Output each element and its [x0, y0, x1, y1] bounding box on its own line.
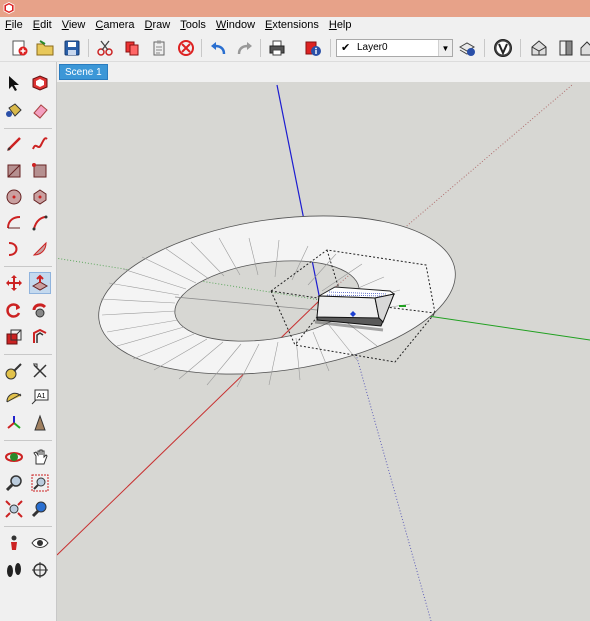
previous-view-icon[interactable]	[29, 498, 51, 520]
toolbar-divider	[4, 440, 52, 441]
two-point-arc-icon[interactable]	[29, 212, 51, 234]
new-file-icon[interactable]	[8, 37, 30, 59]
cut-icon[interactable]	[94, 37, 116, 59]
toolbar-divider	[4, 354, 52, 355]
menu-window[interactable]: Window	[211, 17, 260, 34]
toolbar-divider	[484, 39, 485, 57]
toolbar-divider	[4, 526, 52, 527]
offset-tool-icon[interactable]	[29, 326, 51, 348]
menu-tools[interactable]: Tools	[175, 17, 211, 34]
model-canvas	[57, 84, 590, 621]
menu-extensions[interactable]: Extensions	[260, 17, 324, 34]
toolbar-divider	[330, 39, 331, 57]
sketchup-logo-icon	[3, 2, 15, 14]
toolbar-divider	[201, 39, 202, 57]
scale-tool-icon[interactable]	[3, 326, 25, 348]
title-bar	[0, 0, 590, 17]
layer-manager-icon[interactable]	[456, 37, 478, 59]
left-toolbar: A1	[0, 62, 57, 621]
toolbar-divider	[88, 39, 89, 57]
menu-bar: File Edit View Camera Draw Tools Window …	[0, 17, 590, 34]
toolbar-divider	[4, 266, 52, 267]
look-around-icon[interactable]	[29, 532, 51, 554]
scene-tabs-bar: Scene 1	[57, 62, 590, 82]
menu-draw[interactable]: Draw	[140, 17, 176, 34]
walk-tool-icon[interactable]	[3, 559, 25, 581]
polygon-tool-icon[interactable]	[29, 186, 51, 208]
follow-me-tool-icon[interactable]	[29, 299, 51, 321]
push-pull-tool-icon[interactable]	[29, 272, 51, 294]
blue-axis-negative	[351, 339, 432, 621]
tape-measure-icon[interactable]	[3, 360, 25, 382]
pan-tool-icon[interactable]	[29, 446, 51, 468]
menu-camera[interactable]: Camera	[90, 17, 139, 34]
text-tool-icon[interactable]: A1	[29, 386, 51, 408]
arc-tool-icon[interactable]	[3, 212, 25, 234]
save-icon[interactable]	[61, 37, 83, 59]
paste-icon[interactable]	[148, 37, 170, 59]
three-point-arc-icon[interactable]	[3, 238, 25, 260]
paint-bucket-icon[interactable]	[3, 100, 25, 122]
toolbar-divider	[4, 128, 52, 129]
freehand-tool-icon[interactable]	[29, 133, 51, 155]
rotated-rectangle-icon[interactable]	[29, 160, 51, 182]
axes-tool-icon[interactable]	[3, 412, 25, 434]
eraser-icon[interactable]	[29, 100, 51, 122]
main-toolbar	[0, 34, 590, 62]
select-tool-icon[interactable]	[3, 72, 25, 94]
box-component[interactable]	[314, 286, 396, 332]
front-view-icon[interactable]	[555, 37, 577, 59]
print-icon[interactable]	[266, 37, 288, 59]
section-plane-icon[interactable]	[29, 559, 51, 581]
pie-tool-icon[interactable]	[29, 238, 51, 260]
ring-shape[interactable]	[98, 215, 456, 388]
menu-view[interactable]: View	[57, 17, 91, 34]
rotate-tool-icon[interactable]	[3, 299, 25, 321]
drawing-viewport[interactable]	[57, 82, 590, 621]
zoom-extents-icon[interactable]	[3, 498, 25, 520]
toolbar-divider	[260, 39, 261, 57]
zoom-tool-icon[interactable]	[3, 472, 25, 494]
svg-text:A1: A1	[37, 393, 46, 400]
layer-select[interactable]: ✔ Layer0 ▼	[336, 39, 453, 57]
open-folder-icon[interactable]	[34, 37, 56, 59]
checkmark-icon: ✔	[341, 42, 351, 54]
dimension-tool-icon[interactable]	[29, 360, 51, 382]
zoom-window-icon[interactable]	[29, 472, 51, 494]
vray-icon[interactable]	[492, 37, 514, 59]
3d-text-icon[interactable]	[29, 412, 51, 434]
menu-file[interactable]: File	[0, 17, 28, 34]
layer-name: Layer0	[357, 42, 388, 53]
copy-icon[interactable]	[121, 37, 143, 59]
blue-axis	[276, 84, 321, 301]
orbit-tool-icon[interactable]	[3, 446, 25, 468]
make-component-icon[interactable]	[29, 72, 51, 94]
move-tool-icon[interactable]	[3, 272, 25, 294]
circle-tool-icon[interactable]	[3, 186, 25, 208]
scene-tab[interactable]: Scene 1	[59, 64, 108, 80]
undo-icon[interactable]	[207, 37, 229, 59]
model-info-icon[interactable]	[302, 37, 324, 59]
menu-help[interactable]: Help	[324, 17, 357, 34]
iso-view-icon[interactable]	[528, 37, 550, 59]
protractor-icon[interactable]	[3, 386, 25, 408]
toolbar-divider	[520, 39, 521, 57]
chevron-down-icon[interactable]: ▼	[438, 40, 452, 56]
home-view-icon[interactable]	[580, 37, 590, 59]
menu-edit[interactable]: Edit	[28, 17, 57, 34]
position-camera-icon[interactable]	[3, 532, 25, 554]
line-tool-icon[interactable]	[3, 133, 25, 155]
erase-icon[interactable]	[175, 37, 197, 59]
rectangle-tool-icon[interactable]	[3, 160, 25, 182]
redo-icon[interactable]	[234, 37, 256, 59]
